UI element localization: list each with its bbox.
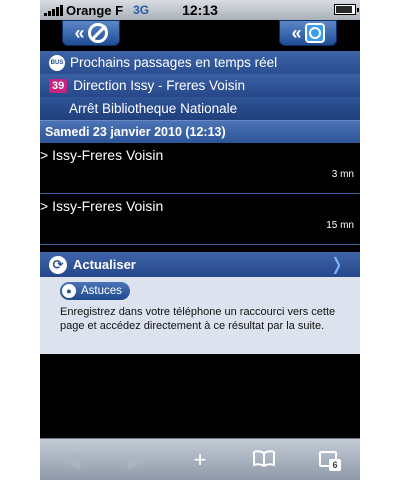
departure-wait: 3 mn — [331, 169, 354, 180]
departure-wait: 15 mn — [326, 220, 354, 231]
stop-row: Arrêt Bibliotheque Nationale — [40, 97, 360, 120]
back-no-entry-button[interactable]: « — [62, 20, 120, 46]
back-clock-button[interactable]: « — [279, 20, 337, 46]
direction-text: Direction Issy - Freres Voisin — [73, 78, 246, 93]
date-text: Samedi 23 janvier 2010 (12:13) — [45, 125, 226, 139]
location-pin-icon: ● — [62, 284, 76, 298]
refresh-label: Actualiser — [73, 257, 136, 272]
add-bookmark-button[interactable]: + — [180, 447, 220, 473]
no-entry-icon — [87, 23, 108, 43]
double-chevron-left-icon: « — [74, 22, 85, 43]
date-row: Samedi 23 janvier 2010 (12:13) — [40, 120, 360, 143]
departure-destination: > Issy-Freres Voisin — [40, 147, 164, 163]
bookmarks-button[interactable] — [244, 447, 284, 473]
line-badge: 39 — [49, 78, 68, 93]
page-title-text: Prochains passages en temps réel — [70, 55, 278, 70]
status-bar: Orange F 3G 12:13 — [40, 0, 360, 20]
book-icon — [253, 449, 275, 467]
pages-icon: 6 — [319, 450, 341, 471]
tips-badge: ● Astuces — [60, 282, 130, 300]
departure-row: > Issy-Freres Voisin 3 mn — [40, 143, 360, 194]
tips-label: Astuces — [81, 285, 122, 297]
browser-toolbar: ◀ ▶ + 6 — [40, 438, 360, 480]
refresh-button[interactable]: ⟳ Actualiser ❭ — [40, 252, 360, 277]
battery-icon — [334, 4, 359, 15]
browser-forward-button[interactable]: ▶ — [116, 447, 156, 473]
departure-row: > Issy-Freres Voisin 15 mn — [40, 194, 360, 245]
empty-area — [40, 359, 360, 438]
pages-count: 6 — [329, 458, 341, 471]
refresh-icon: ⟳ — [49, 255, 67, 274]
pages-button[interactable]: 6 — [308, 447, 348, 473]
tips-text: Enregistrez dans votre téléphone un racc… — [60, 306, 336, 332]
page-title: BUS Prochains passages en temps réel — [40, 51, 360, 74]
phone-screen: Orange F 3G 12:13 « « BUS Prochains pass… — [40, 0, 360, 480]
status-time: 12:13 — [182, 2, 218, 18]
clock-icon — [304, 23, 325, 43]
browser-back-button[interactable]: ◀ — [52, 447, 92, 473]
chevron-right-icon: ❭ — [329, 255, 344, 274]
stop-name: Arrêt Bibliotheque Nationale — [69, 101, 238, 116]
top-nav: « « — [40, 20, 360, 51]
departure-destination: > Issy-Freres Voisin — [40, 198, 164, 214]
bus-icon: BUS — [49, 54, 65, 71]
tips-panel: ● Astuces Enregistrez dans votre télépho… — [40, 277, 360, 354]
double-chevron-left-icon: « — [291, 22, 302, 43]
direction-row: 39 Direction Issy - Freres Voisin — [40, 74, 360, 97]
spacer — [40, 245, 360, 252]
